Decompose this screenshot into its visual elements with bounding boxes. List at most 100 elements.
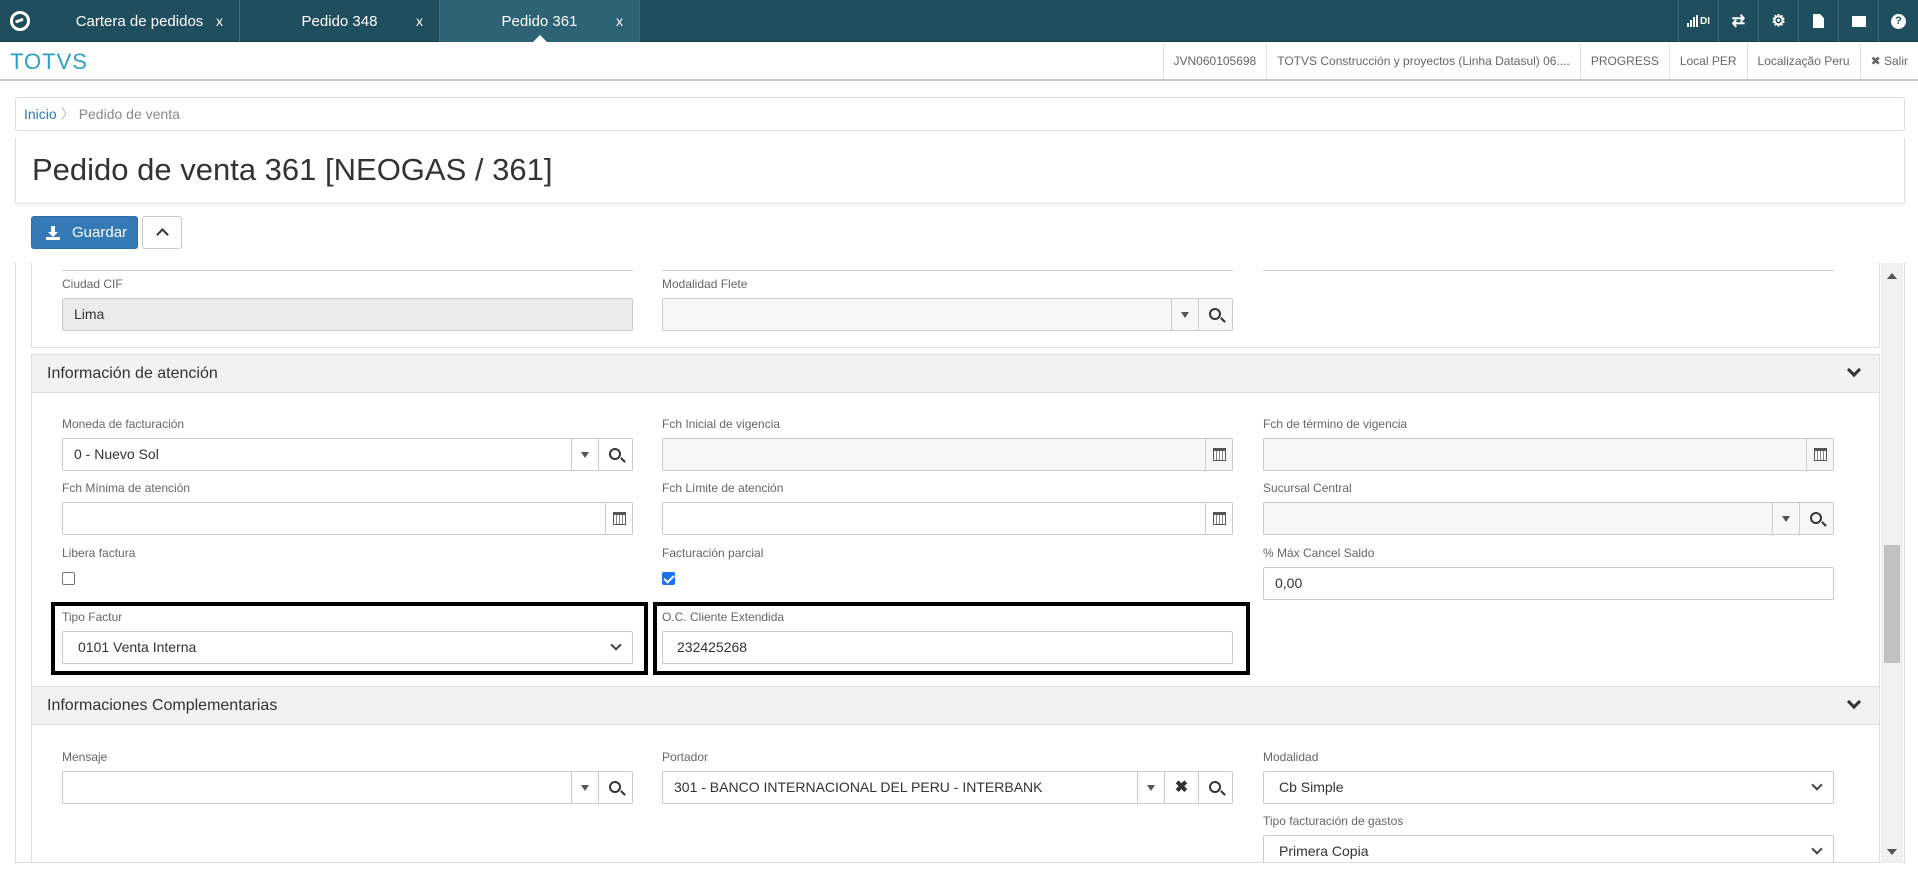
header-links: JVN060105698 TOTVS Construcción y proyec… <box>1162 43 1918 79</box>
tab-label: Pedido 361 <box>501 12 578 30</box>
chat-icon[interactable] <box>1838 0 1878 42</box>
caret-down-icon <box>581 451 589 458</box>
calendar-icon <box>1212 448 1226 461</box>
form-scroll-area[interactable]: Ciudad CIF Lima Modalidad Flete Informac… <box>15 263 1905 863</box>
dropdown-toggle[interactable] <box>571 771 598 804</box>
top-tab-bar: Cartera de pedidos x Pedido 348 x Pedido… <box>0 0 1918 42</box>
fch-minima-label: Fch Mínima de atención <box>62 481 191 495</box>
chevron-up-icon <box>155 228 169 241</box>
header-link-user-code[interactable]: JVN060105698 <box>1162 43 1267 79</box>
close-icon[interactable]: x <box>216 13 223 29</box>
chevron-down-icon <box>1811 779 1823 791</box>
calendar-icon <box>612 512 626 525</box>
gear-icon[interactable]: ⚙ <box>1758 0 1798 42</box>
calendar-button[interactable] <box>1806 438 1833 471</box>
fch-limite-label: Fch Límite de atención <box>662 481 784 495</box>
max-cancel-field[interactable]: 0,00 <box>1263 567 1834 600</box>
fch-termino-label: Fch de término de vigencia <box>1263 417 1408 431</box>
app-header: TOTVS JVN060105698 TOTVS Construcción y … <box>0 43 1918 81</box>
tipo-factur-select[interactable]: 0101 Venta Interna <box>62 631 633 664</box>
scroll-up-arrow-icon[interactable] <box>1887 273 1897 279</box>
fch-minima-field[interactable] <box>62 502 633 535</box>
sucursal-label: Sucursal Central <box>1263 481 1352 495</box>
section-title: Información de atención <box>47 365 218 382</box>
oc-field[interactable]: 232425268 <box>662 631 1233 664</box>
oc-label: O.C. Cliente Extendida <box>662 610 785 624</box>
tab-pedido-348[interactable]: Pedido 348 x <box>240 0 440 42</box>
calendar-button[interactable] <box>1205 438 1232 471</box>
parcial-checkbox[interactable] <box>662 572 675 585</box>
max-cancel-label: % Máx Cancel Saldo <box>1263 546 1375 560</box>
tab-cartera-de-pedidos[interactable]: Cartera de pedidos x <box>40 0 240 42</box>
shuffle-icon[interactable]: ⇄ <box>1718 0 1758 42</box>
dropdown-toggle[interactable] <box>1137 771 1164 804</box>
portador-value: 301 - BANCO INTERNACIONAL DEL PERU - INT… <box>674 779 1043 795</box>
tab-label: Pedido 348 <box>301 12 378 30</box>
help-icon[interactable]: ? <box>1878 0 1918 42</box>
dropdown-toggle[interactable] <box>1772 502 1799 535</box>
portador-field[interactable]: 301 - BANCO INTERNACIONAL DEL PERU - INT… <box>662 771 1233 804</box>
document-icon[interactable] <box>1798 0 1838 42</box>
close-icon[interactable]: x <box>616 13 623 29</box>
search-button[interactable] <box>598 771 632 804</box>
search-icon <box>608 780 621 793</box>
mensaje-field[interactable] <box>62 771 633 804</box>
header-link-localization[interactable]: Localização Peru <box>1746 43 1860 79</box>
sucursal-field[interactable] <box>1263 502 1834 535</box>
top-toolbar: DI ⇄ ⚙ ? <box>1678 0 1918 42</box>
libera-checkbox[interactable] <box>62 572 75 585</box>
parcial-label: Facturación parcial <box>662 546 764 560</box>
search-button[interactable] <box>1198 771 1232 804</box>
modalidad-select[interactable]: Cb Simple <box>1263 771 1834 804</box>
calendar-button[interactable] <box>1205 502 1232 535</box>
caret-down-icon <box>581 784 589 791</box>
fch-termino-field[interactable] <box>1263 438 1834 471</box>
breadcrumb-home[interactable]: Inicio <box>24 106 57 122</box>
header-link-database[interactable]: PROGRESS <box>1579 43 1669 79</box>
tipo-factur-value: 0101 Venta Interna <box>78 639 197 655</box>
fch-limite-field[interactable] <box>662 502 1233 535</box>
breadcrumb-separator: 〉 <box>60 106 75 122</box>
save-label: Guardar <box>72 224 128 241</box>
close-icon[interactable]: x <box>416 13 423 29</box>
vertical-scrollbar[interactable] <box>1881 263 1903 863</box>
search-icon <box>1208 780 1221 793</box>
dropdown-toggle[interactable] <box>571 438 598 471</box>
header-link-local[interactable]: Local PER <box>1668 43 1747 79</box>
calendar-button[interactable] <box>605 502 632 535</box>
search-button[interactable] <box>598 438 632 471</box>
clear-button[interactable]: ✖ <box>1164 771 1198 804</box>
section-title: Informaciones Complementarias <box>47 697 278 714</box>
download-icon <box>46 225 60 240</box>
calendar-icon <box>1813 448 1827 461</box>
breadcrumb-current: Pedido de venta <box>78 106 180 122</box>
totvs-logo-icon[interactable] <box>0 0 40 42</box>
modalidad-label: Modalidad <box>1263 750 1319 764</box>
section-frame <box>31 263 1880 348</box>
tipo-gastos-value: Primera Copia <box>1279 843 1369 859</box>
header-link-company[interactable]: TOTVS Construcción y proyectos (Linha Da… <box>1266 43 1580 79</box>
tipo-gastos-label: Tipo facturación de gastos <box>1263 814 1404 828</box>
chevron-down-icon <box>1846 362 1862 378</box>
section-header-atencion[interactable]: Información de atención <box>31 354 1880 393</box>
tab-pedido-361[interactable]: Pedido 361 x <box>440 0 640 42</box>
tipo-gastos-select[interactable]: Primera Copia <box>1263 835 1834 862</box>
signal-icon[interactable]: DI <box>1678 0 1718 42</box>
save-button[interactable]: Guardar <box>31 216 138 249</box>
search-button[interactable] <box>1799 502 1833 535</box>
logout-link[interactable]: ✖ Salir <box>1859 43 1918 79</box>
moneda-field[interactable]: 0 - Nuevo Sol <box>62 438 633 471</box>
fch-inicial-label: Fch Inicial de vigencia <box>662 417 781 431</box>
search-icon <box>1809 511 1822 524</box>
libera-label: Libera factura <box>62 546 136 560</box>
collapse-button[interactable] <box>142 216 182 249</box>
section-header-complementarias[interactable]: Informaciones Complementarias <box>31 686 1880 725</box>
moneda-value: 0 - Nuevo Sol <box>74 446 159 462</box>
scroll-down-arrow-icon[interactable] <box>1887 849 1897 855</box>
chevron-down-icon <box>1811 843 1823 855</box>
close-icon: ✖ <box>1174 779 1189 796</box>
scrollbar-thumb[interactable] <box>1884 545 1900 663</box>
chevron-down-icon <box>1846 694 1862 710</box>
fch-inicial-field[interactable] <box>662 438 1233 471</box>
search-icon <box>608 447 621 460</box>
